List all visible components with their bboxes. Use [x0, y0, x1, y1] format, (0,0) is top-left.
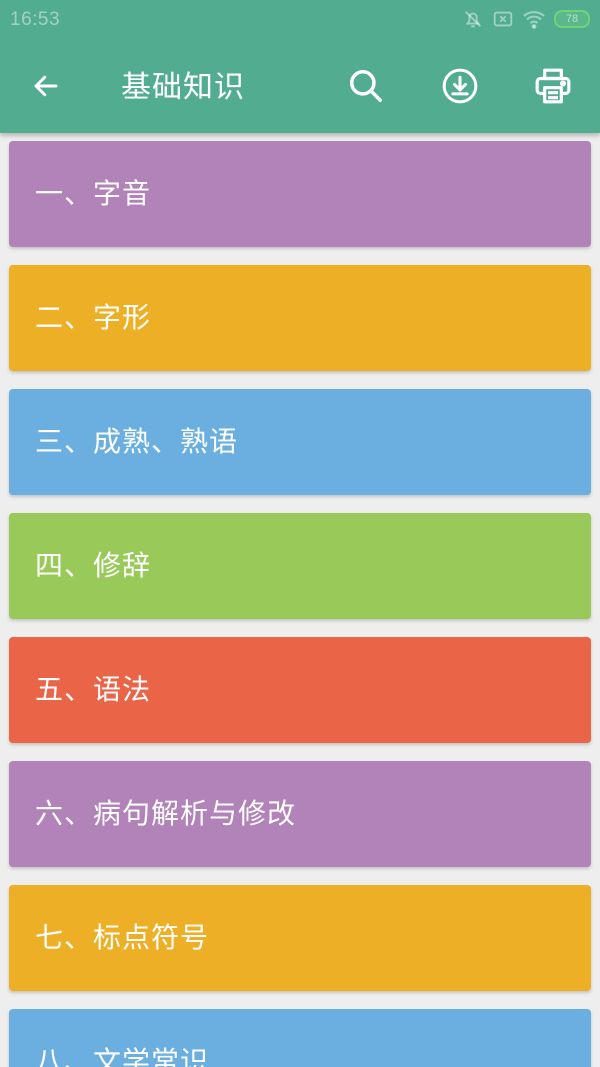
list-item-label: 七、标点符号	[35, 921, 210, 954]
list-item[interactable]: 八、文学常识	[9, 1009, 591, 1067]
status-icons: 78	[462, 8, 590, 30]
battery-indicator: 78	[554, 10, 590, 28]
print-icon	[533, 66, 573, 110]
wifi-icon	[522, 8, 546, 30]
list-item-label: 四、修辞	[35, 549, 152, 582]
list-item-label: 八、文学常识	[35, 1045, 210, 1067]
alarm-off-icon	[462, 8, 484, 30]
search-button[interactable]	[342, 64, 390, 112]
print-button[interactable]	[529, 64, 577, 112]
list-item[interactable]: 一、字音	[9, 141, 591, 247]
download-icon	[441, 67, 479, 109]
sim-x-icon	[492, 8, 514, 30]
status-time: 16:53	[10, 9, 61, 30]
list-item[interactable]: 七、标点符号	[9, 885, 591, 991]
list-item[interactable]: 三、成熟、熟语	[9, 389, 591, 495]
list-item[interactable]: 六、病句解析与修改	[9, 761, 591, 867]
app-toolbar: 基础知识	[0, 42, 600, 133]
download-button[interactable]	[436, 64, 484, 112]
status-bar: 16:53 78	[0, 0, 600, 42]
list-item[interactable]: 四、修辞	[9, 513, 591, 619]
arrow-back-icon	[31, 71, 61, 105]
list-item-label: 三、成熟、熟语	[35, 425, 239, 458]
list-item[interactable]: 五、语法	[9, 637, 591, 743]
list-item[interactable]: 二、字形	[9, 265, 591, 371]
app-screen: 16:53 78 基础知识 一、字音 二、字形 三、成熟、熟语 四、修辞 五、语…	[0, 0, 600, 1067]
list-item-label: 一、字音	[35, 177, 152, 210]
search-icon	[347, 67, 385, 109]
list-item-label: 六、病句解析与修改	[35, 797, 297, 830]
list-item-label: 五、语法	[35, 673, 152, 706]
list-item-label: 二、字形	[35, 301, 152, 334]
page-title: 基础知识	[121, 70, 245, 105]
back-button[interactable]	[22, 64, 70, 112]
